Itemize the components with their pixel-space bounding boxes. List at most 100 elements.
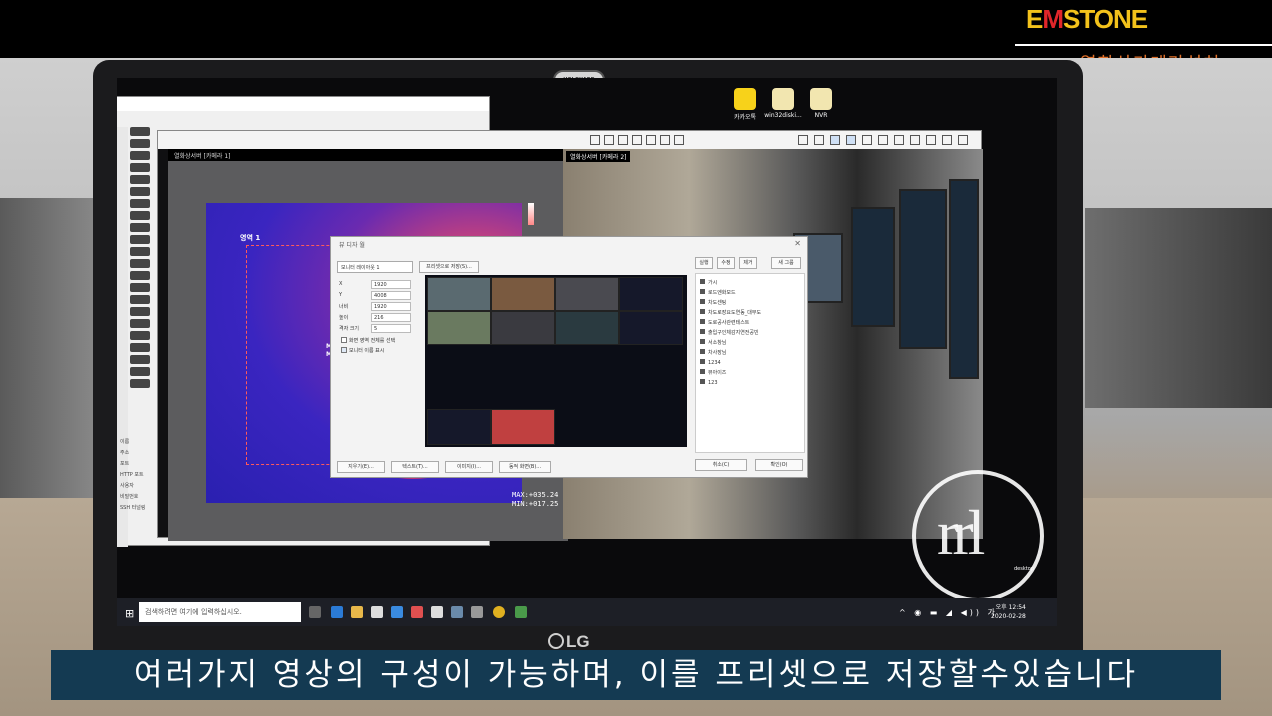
list-item[interactable]: 1234 xyxy=(700,358,800,368)
speaker-icon[interactable] xyxy=(862,135,872,145)
list-item[interactable] xyxy=(130,355,150,364)
list-item[interactable] xyxy=(130,319,150,328)
layout-4x4-icon[interactable] xyxy=(632,135,642,145)
list-item[interactable]: 차사장님 xyxy=(700,348,800,358)
list-item[interactable] xyxy=(130,223,150,232)
cancel-button[interactable]: 취소(C) xyxy=(695,459,747,471)
image-button[interactable]: 이미지(I)... xyxy=(445,461,493,473)
list-item[interactable] xyxy=(130,367,150,376)
text-button[interactable]: 텍스트(T)... xyxy=(391,461,439,473)
app-icon[interactable] xyxy=(411,606,423,618)
layout-3x3-icon[interactable] xyxy=(618,135,628,145)
list-item[interactable] xyxy=(130,379,150,388)
layout-preview-grid[interactable] xyxy=(425,275,687,447)
list-item[interactable] xyxy=(130,211,150,220)
list-item[interactable]: 가시 xyxy=(700,278,800,288)
layout-1x1-icon[interactable] xyxy=(590,135,600,145)
list-item[interactable] xyxy=(130,271,150,280)
zoom-icon[interactable] xyxy=(942,135,952,145)
field-y-input[interactable]: 4008 xyxy=(371,291,411,300)
field-x-input[interactable]: 1920 xyxy=(371,280,411,289)
show-monitor-name-checkbox[interactable]: 모니터 이름 표시 xyxy=(341,347,384,354)
desktop-icon-kakaotalk[interactable]: 카카오톡 xyxy=(725,88,765,121)
ok-button[interactable]: 확인(O) xyxy=(755,459,803,471)
microphone-icon[interactable] xyxy=(878,135,888,145)
layout-2x2-icon[interactable] xyxy=(604,135,614,145)
list-item[interactable]: 123 xyxy=(700,378,800,388)
video-tile[interactable] xyxy=(491,409,555,445)
list-item[interactable]: 로드엔화모드 xyxy=(700,288,800,298)
monitor-layout-select[interactable]: 모니터 레이아웃 1 xyxy=(337,261,413,273)
video-tile[interactable] xyxy=(619,277,683,311)
video-tile[interactable] xyxy=(491,277,555,311)
save-preset-button[interactable]: 프리셋으로 저장(S)... xyxy=(419,261,479,273)
video-tile[interactable] xyxy=(491,311,555,345)
layout-5x5-icon[interactable] xyxy=(646,135,656,145)
video-tile[interactable] xyxy=(427,311,491,345)
video-tile[interactable] xyxy=(427,409,491,445)
list-item[interactable]: 서소창님 xyxy=(700,338,800,348)
video-tile[interactable] xyxy=(555,311,619,345)
windows-start-icon[interactable]: ⊞ xyxy=(125,607,134,620)
system-tray[interactable]: ^ ◉ ▬ ◢ ◀)) 가 xyxy=(899,607,998,618)
select-whole-area-checkbox[interactable]: 화면 영역 전체를 선택 xyxy=(341,337,395,344)
list-item[interactable] xyxy=(130,259,150,268)
store-icon[interactable] xyxy=(371,606,383,618)
list-item[interactable] xyxy=(130,343,150,352)
vms-app-icon[interactable] xyxy=(515,606,527,618)
app-icon[interactable] xyxy=(451,606,463,618)
dynamic-screen-button[interactable]: 동적 화면(B)... xyxy=(499,461,551,473)
new-group-button[interactable]: 새 그룹 xyxy=(771,257,801,269)
file-explorer-icon[interactable] xyxy=(351,606,363,618)
list-item[interactable] xyxy=(130,199,150,208)
field-grid-input[interactable]: 5 xyxy=(371,324,411,333)
list-item[interactable]: 뷰아이즈 xyxy=(700,368,800,378)
camera-snapshot-icon[interactable] xyxy=(894,135,904,145)
info-icon[interactable] xyxy=(846,135,856,145)
field-height-input[interactable]: 216 xyxy=(371,313,411,322)
video-tile[interactable] xyxy=(427,277,491,311)
list-item[interactable] xyxy=(130,307,150,316)
list-item[interactable] xyxy=(130,163,150,172)
run-button[interactable]: 실행 xyxy=(695,257,713,269)
list-item[interactable] xyxy=(130,127,150,136)
list-item[interactable]: 차도로장요도연동_대부도 xyxy=(700,308,800,318)
list-item[interactable]: 차도센팅 xyxy=(700,298,800,308)
task-view-icon[interactable] xyxy=(309,606,321,618)
list-item[interactable] xyxy=(130,175,150,184)
edit-button[interactable]: 수정 xyxy=(717,257,735,269)
taskbar-clock[interactable]: 오후 12:54 2020-02-28 xyxy=(991,603,1026,621)
clear-button[interactable]: 지우기(E)... xyxy=(337,461,385,473)
tools-icon[interactable] xyxy=(910,135,920,145)
mail-icon[interactable] xyxy=(431,606,443,618)
taskbar-search-input[interactable]: 검색하려면 여기에 입력하십시오. xyxy=(139,602,301,622)
ptz-move-icon[interactable] xyxy=(958,135,968,145)
refresh-icon[interactable] xyxy=(798,135,808,145)
list-item[interactable] xyxy=(130,283,150,292)
chrome-icon[interactable] xyxy=(493,606,505,618)
settings-icon[interactable] xyxy=(926,135,936,145)
list-item[interactable] xyxy=(130,247,150,256)
list-item[interactable] xyxy=(130,187,150,196)
list-item[interactable] xyxy=(130,331,150,340)
video-tile[interactable] xyxy=(619,311,683,345)
play-icon[interactable] xyxy=(814,135,824,145)
layout-custom-icon[interactable] xyxy=(674,135,684,145)
list-item[interactable] xyxy=(130,139,150,148)
desktop-icon-win32diskimager[interactable]: win32diski... xyxy=(763,88,803,119)
edge-icon[interactable] xyxy=(331,606,343,618)
list-item[interactable] xyxy=(130,295,150,304)
fullscreen-icon[interactable] xyxy=(830,135,840,145)
desktop-icon-nvr[interactable]: NVR xyxy=(801,88,841,119)
field-width-input[interactable]: 1920 xyxy=(371,302,411,311)
delete-button[interactable]: 제거 xyxy=(739,257,757,269)
close-icon[interactable]: ✕ xyxy=(794,239,801,248)
list-item[interactable]: 출입구인체감지연전공빈 xyxy=(700,328,800,338)
layout-dialog[interactable]: 뷰 디자 월 ✕ 모니터 레이아웃 1 프리셋으로 저장(S)... X 192… xyxy=(330,236,808,478)
list-item[interactable]: 도로공사관련테스트 xyxy=(700,318,800,328)
ie-icon[interactable] xyxy=(391,606,403,618)
list-item[interactable] xyxy=(130,235,150,244)
preset-list[interactable]: 가시 로드엔화모드 차도센팅 차도로장요도연동_대부도 도로공사관련테스트 출입… xyxy=(695,273,805,453)
layout-6x6-icon[interactable] xyxy=(660,135,670,145)
calculator-icon[interactable] xyxy=(471,606,483,618)
